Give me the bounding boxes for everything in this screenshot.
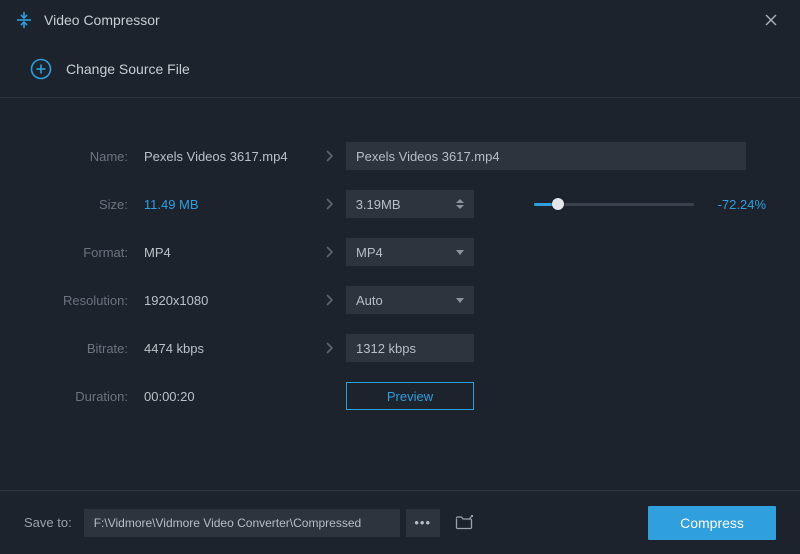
bitrate-value: 1312 kbps	[356, 341, 416, 356]
name-input-value: Pexels Videos 3617.mp4	[356, 149, 500, 164]
chevron-right-icon	[312, 342, 346, 354]
titlebar: Video Compressor	[0, 0, 800, 40]
compress-button[interactable]: Compress	[648, 506, 776, 540]
row-size: Size: 11.49 MB 3.19MB -72.24%	[0, 180, 766, 228]
preview-button-label: Preview	[387, 389, 433, 404]
footer: Save to: F:\Vidmore\Vidmore Video Conver…	[0, 490, 800, 554]
stepper-arrows-icon[interactable]	[456, 199, 464, 209]
resolution-select[interactable]: Auto	[346, 286, 474, 314]
size-value: 3.19MB	[356, 197, 401, 212]
label-bitrate: Bitrate:	[0, 341, 140, 356]
change-source-area[interactable]: Change Source File	[0, 40, 800, 98]
content: Name: Pexels Videos 3617.mp4 Pexels Vide…	[0, 98, 800, 490]
row-resolution: Resolution: 1920x1080 Auto	[0, 276, 766, 324]
plus-icon	[30, 58, 52, 80]
size-stepper[interactable]: 3.19MB	[346, 190, 474, 218]
label-name: Name:	[0, 149, 140, 164]
video-compressor-window: Video Compressor Change Source File Name…	[0, 0, 800, 554]
close-button[interactable]	[756, 5, 786, 35]
chevron-right-icon	[312, 198, 346, 210]
name-input[interactable]: Pexels Videos 3617.mp4	[346, 142, 746, 170]
current-bitrate: 4474 kbps	[140, 341, 312, 356]
current-duration: 00:00:20	[140, 389, 312, 404]
change-source-label: Change Source File	[66, 61, 190, 77]
size-slider[interactable]: -72.24%	[534, 197, 766, 212]
chevron-right-icon	[312, 294, 346, 306]
chevron-down-icon	[456, 298, 464, 303]
label-size: Size:	[0, 197, 140, 212]
row-name: Name: Pexels Videos 3617.mp4 Pexels Vide…	[0, 132, 766, 180]
app-icon	[14, 10, 34, 30]
compress-button-label: Compress	[680, 515, 744, 531]
row-bitrate: Bitrate: 4474 kbps 1312 kbps	[0, 324, 766, 372]
chevron-right-icon	[312, 150, 346, 162]
label-duration: Duration:	[0, 389, 140, 404]
open-folder-button[interactable]	[450, 509, 478, 537]
more-icon: •••	[414, 515, 431, 530]
label-resolution: Resolution:	[0, 293, 140, 308]
row-duration: Duration: 00:00:20 Preview	[0, 372, 766, 420]
format-select[interactable]: MP4	[346, 238, 474, 266]
format-value: MP4	[356, 245, 383, 260]
current-resolution: 1920x1080	[140, 293, 312, 308]
slider-thumb[interactable]	[552, 198, 564, 210]
slider-track[interactable]	[534, 203, 694, 206]
row-format: Format: MP4 MP4	[0, 228, 766, 276]
save-to-label: Save to:	[24, 515, 72, 530]
chevron-down-icon	[456, 250, 464, 255]
size-percentage: -72.24%	[718, 197, 766, 212]
label-format: Format:	[0, 245, 140, 260]
resolution-value: Auto	[356, 293, 383, 308]
current-size: 11.49 MB	[140, 197, 312, 212]
folder-icon	[455, 515, 473, 530]
save-path-value: F:\Vidmore\Vidmore Video Converter\Compr…	[94, 516, 361, 530]
preview-button[interactable]: Preview	[346, 382, 474, 410]
more-button[interactable]: •••	[406, 509, 440, 537]
save-path-input[interactable]: F:\Vidmore\Vidmore Video Converter\Compr…	[84, 509, 400, 537]
current-format: MP4	[140, 245, 312, 260]
current-name: Pexels Videos 3617.mp4	[140, 149, 312, 164]
window-title: Video Compressor	[44, 12, 756, 28]
chevron-right-icon	[312, 246, 346, 258]
bitrate-input[interactable]: 1312 kbps	[346, 334, 474, 362]
